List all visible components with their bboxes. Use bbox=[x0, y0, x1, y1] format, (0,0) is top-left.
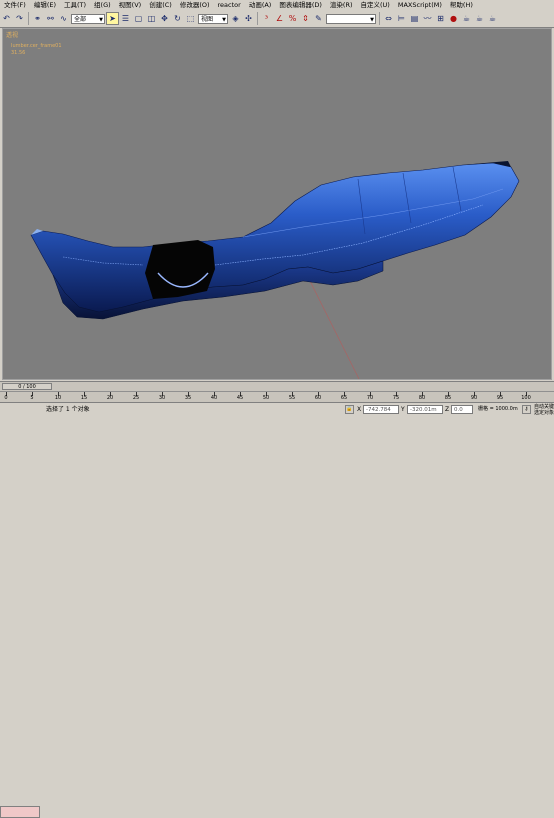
menu-reactor[interactable]: reactor bbox=[214, 0, 245, 10]
toolbar-separator bbox=[28, 12, 29, 25]
quick-render-icon[interactable]: ☕ bbox=[474, 13, 485, 24]
menu-graph-editors[interactable]: 图表编辑器(D) bbox=[275, 0, 326, 10]
main-toolbar: ↶ ↷ ⚭ ⚯ ∿ 全部 ▼ ➤ ☰ ▢ ◫ ✥ ↻ ⬚ 视图 ▼ ◈ ✣ ³ … bbox=[0, 10, 554, 28]
time-slider-track[interactable]: 0 / 100 bbox=[0, 381, 554, 391]
time-slider-thumb[interactable]: 0 / 100 bbox=[2, 383, 52, 390]
spinner-snap-icon[interactable]: ⇕ bbox=[300, 13, 311, 24]
timeline-tick-label: 60 bbox=[314, 395, 322, 401]
frame-counter: 0 / 100 bbox=[18, 384, 36, 390]
menu-group[interactable]: 组(G) bbox=[90, 0, 115, 10]
named-selection-sets-icon[interactable]: ✎ bbox=[313, 13, 324, 24]
schematic-view-icon[interactable]: ⊞ bbox=[435, 13, 446, 24]
menubar: 文件(F) 编辑(E) 工具(T) 组(G) 视图(V) 创建(C) 修改器(O… bbox=[0, 0, 554, 10]
timeline-tick-label: 20 bbox=[106, 395, 114, 401]
menu-modifiers[interactable]: 修改器(O) bbox=[176, 0, 214, 10]
render-scene-icon[interactable]: ☕ bbox=[461, 13, 472, 24]
lock-selection-icon[interactable]: 🔒 bbox=[345, 405, 354, 414]
timeline-tick-label: 70 bbox=[366, 395, 374, 401]
rectangular-selection-icon[interactable]: ▢ bbox=[133, 13, 144, 24]
bind-space-warp-icon[interactable]: ∿ bbox=[58, 13, 69, 24]
selection-filter-value: 全部 bbox=[74, 15, 87, 23]
chevron-down-icon: ▼ bbox=[222, 16, 226, 23]
z-axis-line bbox=[307, 276, 360, 379]
menu-customize[interactable]: 自定义(U) bbox=[357, 0, 394, 10]
redo-icon[interactable]: ↷ bbox=[14, 13, 25, 24]
y-coord-field[interactable]: -320.01m bbox=[407, 405, 443, 414]
timeline-tick-label: 15 bbox=[80, 395, 88, 401]
chevron-down-icon: ▼ bbox=[99, 16, 103, 23]
undo-icon[interactable]: ↶ bbox=[1, 13, 12, 24]
status-bar: 选择了 1 个对象 🔒 X -742.784 Y -320.01m Z 0.0 … bbox=[0, 402, 554, 818]
curve-editor-icon[interactable]: 〰 bbox=[422, 13, 433, 24]
timeline-tick-label: 80 bbox=[418, 395, 426, 401]
selected-dropdown[interactable]: 选定对象 bbox=[534, 409, 554, 418]
select-and-scale-icon[interactable]: ⬚ bbox=[185, 13, 196, 24]
menu-file[interactable]: 文件(F) bbox=[0, 0, 30, 10]
menu-views[interactable]: 视图(V) bbox=[115, 0, 146, 10]
timeline-tick-label: 5 bbox=[30, 395, 34, 401]
menu-edit[interactable]: 编辑(E) bbox=[30, 0, 60, 10]
x-coord-label: X bbox=[357, 406, 362, 413]
percent-snap-icon[interactable]: % bbox=[287, 13, 298, 24]
select-and-rotate-icon[interactable]: ↻ bbox=[172, 13, 183, 24]
pivot-center-icon[interactable]: ◈ bbox=[230, 13, 241, 24]
timeline-tick-label: 30 bbox=[158, 395, 166, 401]
timeline-tick-label: 25 bbox=[132, 395, 140, 401]
select-and-move-icon[interactable]: ✥ bbox=[159, 13, 170, 24]
menu-animation[interactable]: 动画(A) bbox=[245, 0, 276, 10]
menu-maxscript[interactable]: MAXScript(M) bbox=[394, 0, 446, 10]
timeline-tick-label: 35 bbox=[184, 395, 192, 401]
chevron-down-icon: ▼ bbox=[370, 16, 374, 23]
z-coord-label: Z bbox=[445, 406, 450, 413]
timeline-tick-label: 100 bbox=[521, 395, 531, 401]
align-icon[interactable]: ⊨ bbox=[396, 13, 407, 24]
timeline-tick-label: 65 bbox=[340, 395, 348, 401]
select-by-name-icon[interactable]: ☰ bbox=[120, 13, 131, 24]
maxscript-listener[interactable] bbox=[0, 806, 40, 818]
timeline-tick-label: 95 bbox=[496, 395, 504, 401]
timeline-tick-label: 45 bbox=[236, 395, 244, 401]
render-type-icon[interactable]: ☕ bbox=[487, 13, 498, 24]
key-icon[interactable]: ⚷ bbox=[522, 405, 531, 414]
material-editor-icon[interactable]: ● bbox=[448, 13, 459, 24]
selection-filter-dropdown[interactable]: 全部 ▼ bbox=[71, 13, 105, 24]
reference-coordinate-value: 视图 bbox=[201, 15, 214, 23]
layer-manager-icon[interactable]: ▤ bbox=[409, 13, 420, 24]
perspective-viewport[interactable]: 透视 Iumber.cer_frame01 31.56 bbox=[2, 28, 552, 380]
z-coord-field[interactable]: 0.0 bbox=[451, 405, 473, 414]
angle-snap-icon[interactable]: ∠ bbox=[274, 13, 285, 24]
mirror-icon[interactable]: ⇔ bbox=[383, 13, 394, 24]
y-coord-label: Y bbox=[401, 406, 405, 413]
timeline-tick-label: 10 bbox=[54, 395, 62, 401]
menu-tools[interactable]: 工具(T) bbox=[60, 0, 90, 10]
menu-help[interactable]: 帮助(H) bbox=[446, 0, 477, 10]
menu-create[interactable]: 创建(C) bbox=[145, 0, 176, 10]
unlink-icon[interactable]: ⚯ bbox=[45, 13, 56, 24]
timeline-tick-label: 75 bbox=[392, 395, 400, 401]
scene-canvas bbox=[30, 161, 520, 379]
named-selection-dropdown[interactable]: ▼ bbox=[326, 13, 376, 24]
timeline-tick-label: 0 bbox=[4, 395, 8, 401]
select-and-link-icon[interactable]: ⚭ bbox=[32, 13, 43, 24]
x-coord-field[interactable]: -742.784 bbox=[363, 405, 399, 414]
selection-status: 选择了 1 个对象 bbox=[46, 406, 90, 413]
timeline-tick-label: 40 bbox=[210, 395, 218, 401]
grid-size-text: 栅格 = 1000.0m bbox=[478, 406, 518, 412]
timeline-tick-label: 50 bbox=[262, 395, 270, 401]
select-and-manipulate-icon[interactable]: ✣ bbox=[243, 13, 254, 24]
timeline-tick-label: 85 bbox=[444, 395, 452, 401]
select-object-icon[interactable]: ➤ bbox=[106, 12, 119, 25]
timeline-tick-label: 55 bbox=[288, 395, 296, 401]
toolbar-separator bbox=[379, 12, 380, 25]
toolbar-separator bbox=[257, 12, 258, 25]
snaps-toggle-icon[interactable]: ³ bbox=[261, 13, 272, 24]
timeline-tick-label: 90 bbox=[470, 395, 478, 401]
window-crossing-icon[interactable]: ◫ bbox=[146, 13, 157, 24]
dashboard-model[interactable] bbox=[30, 161, 520, 320]
reference-coordinate-dropdown[interactable]: 视图 ▼ bbox=[198, 13, 228, 24]
menu-rendering[interactable]: 渲染(R) bbox=[326, 0, 357, 10]
